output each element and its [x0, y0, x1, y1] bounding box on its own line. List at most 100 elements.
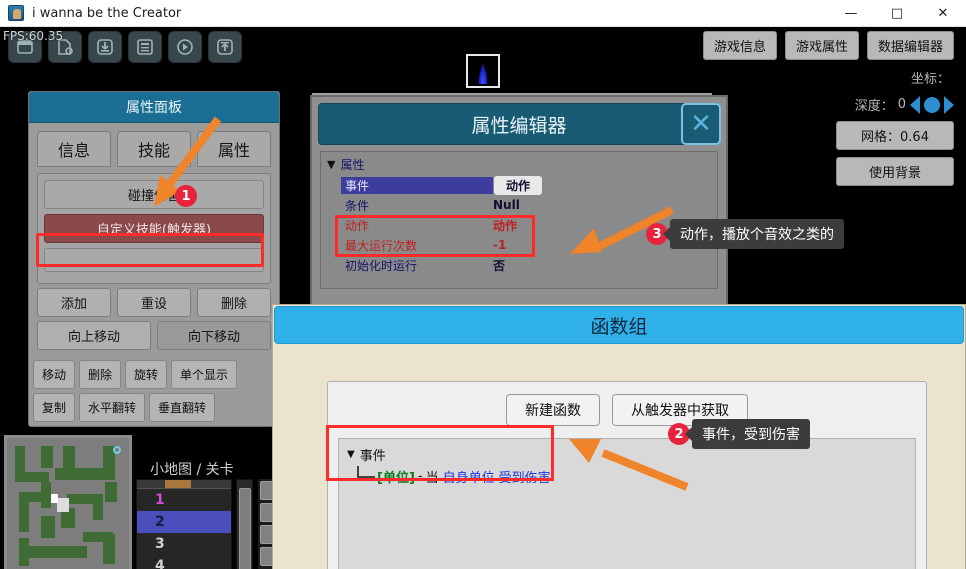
coordinate-label: 坐标： [910, 72, 950, 87]
tree-child-node[interactable]: [单位] - 当 自身单位 受到伤害 [357, 465, 907, 486]
fps-counter: FPS:60.35 [3, 29, 64, 43]
minimap-view[interactable] [4, 435, 132, 569]
property-value[interactable]: -1 [493, 238, 506, 252]
move-down-button[interactable]: 向下移动 [157, 321, 271, 350]
level-list-scrollbar[interactable] [236, 479, 253, 569]
function-group-window: 函数组 新建函数 从触发器中获取 ▼ 事件 [单位] - 当 自身单位 受到伤害 [272, 304, 966, 569]
tree-root-node[interactable]: ▼ 事件 [347, 445, 907, 464]
object-tool-row-1: 移动 删除 旋转 单个显示 [33, 360, 275, 389]
attribute-editor-title-bar: 属性编辑器 ✕ [318, 103, 721, 145]
list-item[interactable]: 4 [137, 555, 231, 569]
depth-reset-icon[interactable] [924, 96, 940, 113]
tab-attribute[interactable]: 属性 [197, 131, 271, 167]
save-icon[interactable] [128, 31, 162, 63]
chevron-down-icon: ▼ [347, 449, 355, 460]
data-editor-button[interactable]: 数据编辑器 [866, 31, 954, 60]
table-row[interactable]: 初始化时运行 否 [341, 255, 711, 275]
grid-button[interactable]: 网格：0.64 [836, 121, 954, 150]
minimize-button[interactable]: — [828, 0, 874, 27]
property-key: 动作 [345, 218, 370, 233]
maximize-button[interactable]: □ [874, 0, 920, 27]
use-background-button[interactable]: 使用背景 [836, 157, 954, 186]
flame-sprite[interactable] [466, 54, 500, 88]
scrollbar-thumb[interactable] [239, 488, 251, 569]
property-key: 初始化时运行 [345, 258, 418, 273]
attribute-panel-title: 属性面板 [29, 92, 279, 123]
property-value[interactable]: 动作 [493, 217, 517, 234]
tool-delete-button[interactable]: 删除 [79, 360, 122, 389]
list-item[interactable]: 碰撞伤害 [44, 180, 264, 209]
move-up-button[interactable]: 向上移动 [37, 321, 151, 350]
property-value[interactable]: 否 [493, 257, 505, 274]
depth-increase-icon[interactable] [944, 95, 954, 114]
table-row[interactable]: 条件 Null [341, 195, 711, 215]
level-list: 1 2 3 4 5 [136, 479, 232, 569]
minimap-marker-icon [113, 446, 121, 454]
attribute-editor-dialog: 属性编辑器 ✕ ▼ 属性 事件 动作 条件 Null 动作 动作 最大运行次数 … [310, 95, 728, 310]
top-right-button-row: 游戏信息 游戏属性 数据编辑器 [702, 31, 954, 60]
attribute-editor-title: 属性编辑器 [471, 114, 567, 137]
upload-icon[interactable] [208, 31, 242, 63]
property-key: 事件 [341, 176, 493, 194]
new-function-button[interactable]: 新建函数 [506, 394, 600, 426]
tab-skill[interactable]: 技能 [117, 131, 191, 167]
list-item-empty[interactable] [44, 248, 264, 272]
depth-value: 0 [897, 97, 906, 112]
tab-info[interactable]: 信息 [37, 131, 111, 167]
tool-rotate-button[interactable]: 旋转 [125, 360, 168, 389]
top-right-controls: 游戏信息 游戏属性 数据编辑器 坐标： 深度： 0 网格：0.64 使用背景 [702, 31, 954, 186]
level-list-header [137, 480, 231, 489]
annotation-2-tooltip: 事件，受到伤害 [685, 419, 810, 449]
play-icon[interactable] [168, 31, 202, 63]
function-group-body: 新建函数 从触发器中获取 ▼ 事件 [单位] - 当 自身单位 受到伤害 [327, 381, 927, 569]
tree-action-label: 受到伤害 [498, 471, 551, 486]
game-properties-button[interactable]: 游戏属性 [784, 31, 859, 60]
annotation-1-badge: 1 [175, 185, 197, 207]
close-icon[interactable]: ✕ [681, 103, 721, 145]
list-item[interactable]: 1 [137, 489, 231, 511]
application-canvas: FPS:60.35 游戏信息 游戏属性 数据编辑器 坐标： 深度： 0 网格：0… [0, 27, 966, 569]
attribute-editor-body: ▼ 属性 事件 动作 条件 Null 动作 动作 最大运行次数 -1 初始化时运… [320, 151, 718, 289]
depth-decrease-icon[interactable] [910, 95, 920, 114]
property-group-header[interactable]: ▼ 属性 [327, 156, 711, 173]
list-item[interactable]: 2 [137, 511, 231, 533]
property-group-label: 属性 [340, 158, 365, 172]
reset-button[interactable]: 重设 [117, 288, 191, 317]
download-icon[interactable] [88, 31, 122, 63]
tool-flip-horizontal-button[interactable]: 水平翻转 [79, 393, 146, 422]
delete-button[interactable]: 删除 [197, 288, 271, 317]
tool-flip-vertical-button[interactable]: 垂直翻转 [149, 393, 216, 422]
function-event-tree: ▼ 事件 [单位] - 当 自身单位 受到伤害 [338, 438, 916, 569]
chevron-down-icon: ▼ [327, 158, 336, 171]
property-value[interactable]: Null [493, 198, 520, 212]
tool-copy-button[interactable]: 复制 [33, 393, 76, 422]
tool-single-display-button[interactable]: 单个显示 [171, 360, 238, 389]
add-button[interactable]: 添加 [37, 288, 111, 317]
game-info-button[interactable]: 游戏信息 [702, 31, 777, 60]
list-item[interactable]: 自定义技能(触发器) [44, 214, 264, 243]
table-row[interactable]: 事件 动作 [341, 174, 711, 196]
minimap-title: 小地图 / 关卡 [150, 462, 234, 478]
tool-move-button[interactable]: 移动 [33, 360, 76, 389]
tree-unit-tag: [单位] [377, 471, 415, 486]
close-button[interactable]: ✕ [920, 0, 966, 27]
property-key: 最大运行次数 [345, 238, 418, 253]
depth-label: 深度： [854, 99, 894, 114]
annotation-3-tooltip: 动作，播放个音效之类的 [663, 219, 844, 249]
tree-target-label: 自身单位 [442, 471, 495, 486]
coordinate-readout: 坐标： [703, 68, 954, 87]
list-item[interactable]: 3 [137, 533, 231, 555]
minimap-panel [4, 435, 132, 569]
tree-when-label: 当 [425, 471, 439, 486]
tree-elbow-icon [357, 465, 375, 478]
property-value[interactable]: 动作 [493, 174, 544, 196]
function-group-title-bar: 函数组 [274, 306, 964, 344]
function-group-title: 函数组 [590, 315, 648, 338]
object-tool-row-2: 复制 水平翻转 垂直翻转 [33, 393, 275, 422]
attribute-panel-button-row-1: 添加 重设 删除 [29, 284, 279, 317]
tree-root-label: 事件 [359, 449, 386, 464]
depth-readout: 深度： 0 [703, 95, 954, 114]
property-key: 条件 [345, 198, 370, 213]
minimap-player-icon [51, 494, 69, 512]
window-controls: — □ ✕ [828, 0, 966, 27]
